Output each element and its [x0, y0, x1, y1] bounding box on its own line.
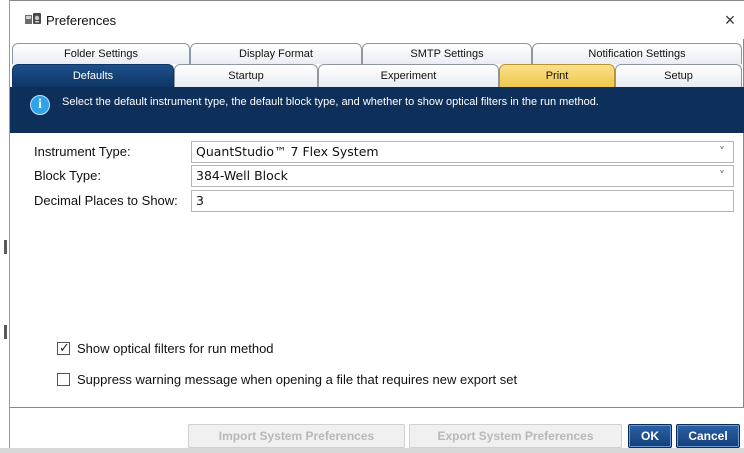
- window-frame-left: [0, 0, 10, 453]
- title-bar: Preferences ×: [10, 1, 744, 39]
- preferences-app-icon: [25, 13, 41, 24]
- frame-edge-marker: [4, 240, 7, 254]
- instrument-type-label: Instrument Type:: [34, 144, 131, 159]
- block-type-row: Block Type: 384-Well Block ˅: [20, 165, 736, 187]
- dialog-title: Preferences: [46, 13, 117, 28]
- suppress-warning-label: Suppress warning message when opening a …: [77, 372, 518, 387]
- tab-notification-settings[interactable]: Notification Settings: [532, 43, 742, 64]
- instrument-type-value: QuantStudio™ 7 Flex System: [196, 144, 379, 159]
- tab-display-format[interactable]: Display Format: [190, 43, 362, 64]
- chevron-down-icon[interactable]: ˅: [715, 166, 729, 186]
- tab-experiment[interactable]: Experiment: [318, 64, 499, 87]
- preferences-dialog: Preferences × Folder Settings Display Fo…: [10, 0, 744, 449]
- info-banner: i Select the default instrument type, th…: [10, 87, 744, 133]
- instrument-type-row: Instrument Type: QuantStudio™ 7 Flex Sys…: [20, 141, 736, 163]
- checkmark-icon: ✓: [59, 340, 70, 355]
- block-type-select[interactable]: 384-Well Block ˅: [191, 165, 734, 187]
- export-system-preferences-button[interactable]: Export System Preferences: [409, 424, 622, 448]
- block-type-label: Block Type:: [34, 168, 101, 183]
- window-frame-bottom: [0, 448, 744, 453]
- ok-button[interactable]: OK: [628, 424, 672, 448]
- instrument-type-select[interactable]: QuantStudio™ 7 Flex System ˅: [191, 141, 734, 163]
- frame-edge-marker: [4, 325, 7, 339]
- show-optical-filters-label: Show optical filters for run method: [77, 341, 274, 356]
- cancel-button[interactable]: Cancel: [676, 424, 740, 448]
- import-system-preferences-button[interactable]: Import System Preferences: [188, 424, 405, 448]
- tab-strip: Folder Settings Display Format SMTP Sett…: [10, 43, 744, 87]
- tab-smtp-settings[interactable]: SMTP Settings: [362, 43, 532, 64]
- info-icon: i: [30, 95, 50, 115]
- dialog-footer: Import System Preferences Export System …: [10, 408, 744, 449]
- block-type-value: 384-Well Block: [196, 168, 288, 183]
- checkbox-unchecked[interactable]: [57, 373, 70, 386]
- tab-folder-settings[interactable]: Folder Settings: [12, 43, 190, 64]
- defaults-panel: Instrument Type: QuantStudio™ 7 Flex Sys…: [20, 136, 736, 406]
- decimal-places-value: 3: [196, 193, 204, 208]
- decimal-places-label: Decimal Places to Show:: [34, 193, 178, 208]
- tab-startup[interactable]: Startup: [174, 64, 318, 87]
- tab-setup[interactable]: Setup: [615, 64, 742, 87]
- chevron-down-icon[interactable]: ˅: [715, 142, 729, 162]
- info-text: Select the default instrument type, the …: [62, 96, 599, 108]
- close-icon[interactable]: ×: [720, 10, 740, 30]
- tab-defaults[interactable]: Defaults: [12, 64, 174, 87]
- tab-print[interactable]: Print: [499, 64, 615, 87]
- checkbox-checked[interactable]: ✓: [57, 340, 70, 355]
- decimal-places-input[interactable]: 3: [191, 190, 734, 212]
- decimal-places-row: Decimal Places to Show: 3: [20, 190, 736, 212]
